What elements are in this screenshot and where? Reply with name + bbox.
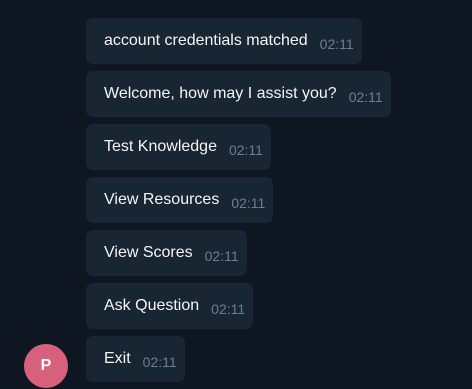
message-time: 02:11 (228, 142, 263, 158)
message-time: 02:11 (348, 89, 383, 105)
option-view-resources[interactable]: View Resources 02:11 (86, 177, 274, 223)
message-text: Exit (104, 350, 131, 367)
message-time: 02:11 (319, 36, 354, 52)
avatar[interactable]: P (24, 344, 68, 388)
message-time: 02:11 (142, 354, 177, 370)
message-time: 02:11 (204, 248, 239, 264)
option-ask-question[interactable]: Ask Question 02:11 (86, 283, 254, 329)
option-view-scores[interactable]: View Scores 02:11 (86, 230, 247, 276)
message-bubble-credentials: account credentials matched 02:11 (86, 18, 362, 64)
message-time: 02:11 (231, 195, 266, 211)
message-bubble-welcome: Welcome, how may I assist you? 02:11 (86, 71, 391, 117)
message-text: Ask Question (104, 297, 200, 314)
message-text: Test Knowledge (104, 138, 217, 155)
message-text: Welcome, how may I assist you? (104, 85, 337, 102)
message-text: account credentials matched (104, 32, 308, 49)
message-list: account credentials matched 02:11 Welcome… (86, 18, 466, 389)
avatar-initial: P (40, 357, 52, 374)
message-text: View Resources (104, 191, 220, 208)
option-exit[interactable]: Exit 02:11 (86, 336, 185, 382)
option-test-knowledge[interactable]: Test Knowledge 02:11 (86, 124, 271, 170)
message-text: View Scores (104, 244, 193, 261)
message-time: 02:11 (211, 301, 246, 317)
